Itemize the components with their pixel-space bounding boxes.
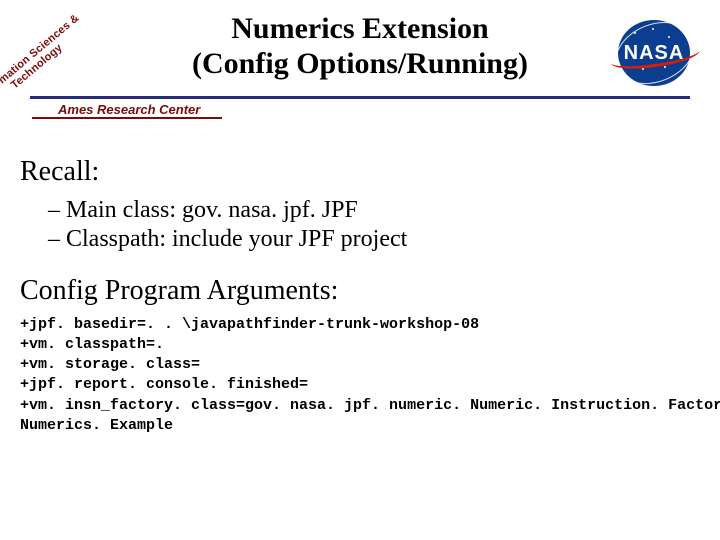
code-line: +jpf. report. console. finished= [20,376,308,393]
title-underline [30,96,690,99]
code-line: +vm. storage. class= [20,356,200,373]
nasa-star [652,28,654,30]
code-line: +vm. insn_factory. class=gov. nasa. jpf.… [20,397,720,414]
nasa-star [634,32,636,34]
slide-title: Numerics Extension (Config Options/Runni… [100,12,620,81]
title-line-2: (Config Options/Running) [192,47,528,80]
header: Numerics Extension (Config Options/Runni… [0,0,720,124]
body: Recall: – Main class: gov. nasa. jpf. JP… [0,124,720,436]
code-line: Numerics. Example [20,417,173,434]
bullet-main-class: – Main class: gov. nasa. jpf. JPF [48,196,700,225]
nasa-star [668,36,670,38]
slide: Numerics Extension (Config Options/Runni… [0,0,720,540]
section-config-args: Config Program Arguments: [20,275,700,307]
code-line: +jpf. basedir=. . \javapathfinder-trunk-… [20,316,479,333]
ames-label: Ames Research Center [58,102,200,117]
recall-bullets: – Main class: gov. nasa. jpf. JPF – Clas… [48,196,700,255]
config-args-code: +jpf. basedir=. . \javapathfinder-trunk-… [20,315,700,437]
title-line-1: Numerics Extension [231,12,489,45]
nasa-logo-icon: NASA [612,18,696,88]
nasa-star [664,66,666,68]
section-recall: Recall: [20,156,700,188]
bullet-classpath: – Classpath: include your JPF project [48,225,700,254]
ames-underline [32,117,222,119]
code-line: +vm. classpath=. [20,336,164,353]
